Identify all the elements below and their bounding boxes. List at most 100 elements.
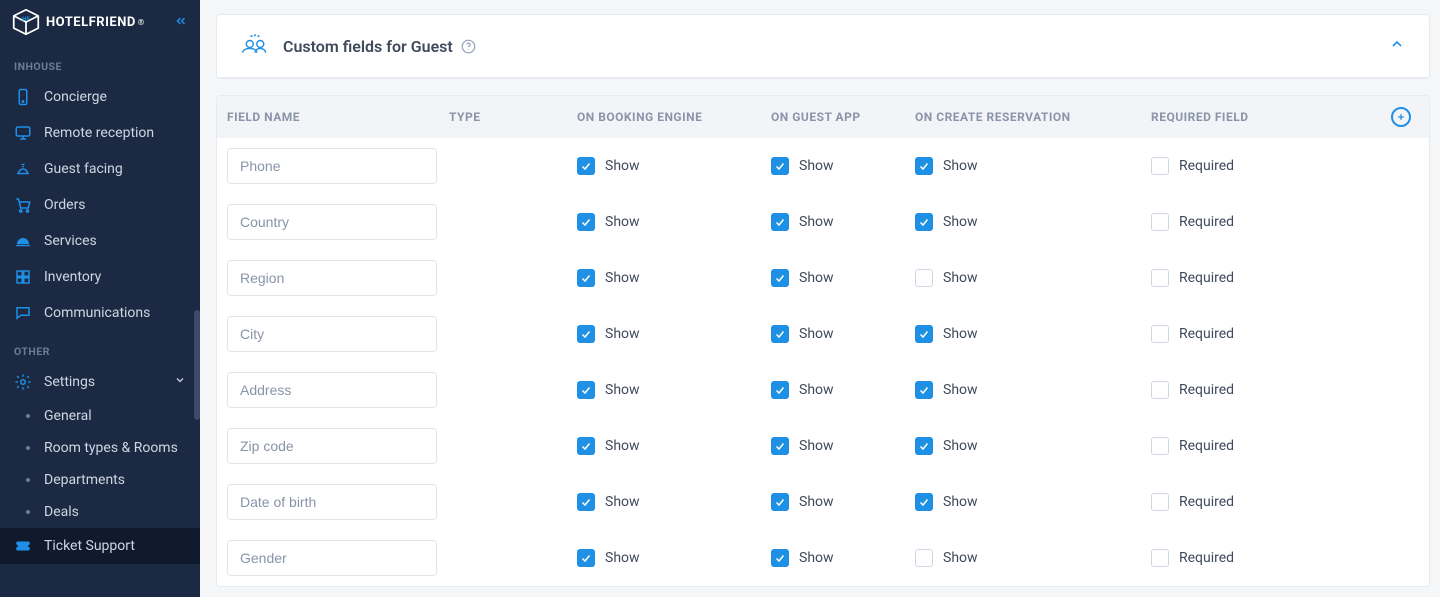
- create-reservation-label: Show: [943, 438, 978, 454]
- booking-engine-checkbox[interactable]: [577, 157, 595, 175]
- table-row: ShowShowShowRequired: [217, 250, 1429, 306]
- guests-icon: [241, 33, 269, 59]
- cart-icon: [14, 196, 32, 214]
- field-name-input[interactable]: [227, 484, 437, 520]
- guest-app-checkbox[interactable]: [771, 157, 789, 175]
- create-reservation-checkbox[interactable]: [915, 493, 933, 511]
- booking-engine-label: Show: [605, 550, 640, 566]
- guest-app-label: Show: [799, 382, 834, 398]
- required-checkbox[interactable]: [1151, 549, 1169, 567]
- nav-label: Orders: [44, 197, 186, 213]
- booking-engine-label: Show: [605, 438, 640, 454]
- create-reservation-checkbox[interactable]: [915, 213, 933, 231]
- logo-area: HF HOTELFRIEND®: [0, 0, 200, 46]
- create-reservation-checkbox[interactable]: [915, 325, 933, 343]
- bullet-icon: [26, 446, 30, 450]
- table-row: Show Show Show Required: [217, 194, 1429, 250]
- nav-label: Communications: [44, 305, 186, 321]
- booking-engine-label: Show: [605, 382, 640, 398]
- required-label: Required: [1179, 270, 1234, 286]
- guest-app-checkbox[interactable]: [771, 549, 789, 567]
- monitor-icon: [14, 124, 32, 142]
- guest-app-checkbox[interactable]: [771, 381, 789, 399]
- booking-engine-checkbox[interactable]: [577, 437, 595, 455]
- panel-custom-fields: Custom fields for Guest: [216, 14, 1430, 79]
- booking-engine-checkbox[interactable]: [577, 493, 595, 511]
- booking-engine-label: Show: [605, 494, 640, 510]
- sidebar-subitem-room-types[interactable]: Room types & Rooms: [0, 432, 200, 464]
- guest-app-label: Show: [799, 214, 834, 230]
- add-field-button[interactable]: [1391, 107, 1411, 127]
- required-checkbox[interactable]: [1151, 269, 1169, 287]
- booking-engine-checkbox[interactable]: [577, 269, 595, 287]
- required-label: Required: [1179, 494, 1234, 510]
- create-reservation-checkbox[interactable]: [915, 157, 933, 175]
- guest-app-label: Show: [799, 494, 834, 510]
- required-checkbox[interactable]: [1151, 493, 1169, 511]
- create-reservation-checkbox[interactable]: [915, 269, 933, 287]
- guest-app-label: Show: [799, 158, 834, 174]
- sidebar-item-concierge[interactable]: Concierge: [0, 79, 200, 115]
- booking-engine-checkbox[interactable]: [577, 549, 595, 567]
- guest-app-checkbox[interactable]: [771, 269, 789, 287]
- create-reservation-label: Show: [943, 270, 978, 286]
- sidebar-item-communications[interactable]: Communications: [0, 295, 200, 331]
- sidebar-subitem-deals[interactable]: Deals: [0, 496, 200, 528]
- table-row: ShowShowShowRequired: [217, 306, 1429, 362]
- table-row: ShowShowShowRequired: [217, 138, 1429, 194]
- booking-engine-checkbox[interactable]: [577, 325, 595, 343]
- required-checkbox[interactable]: [1151, 213, 1169, 231]
- field-name-input[interactable]: [227, 540, 437, 576]
- required-checkbox[interactable]: [1151, 437, 1169, 455]
- required-checkbox[interactable]: [1151, 157, 1169, 175]
- col-header-type: TYPE: [449, 110, 577, 124]
- sub-label: Deals: [44, 504, 79, 520]
- sidebar-scrollbar[interactable]: [194, 310, 200, 420]
- guest-app-checkbox[interactable]: [771, 493, 789, 511]
- guest-app-checkbox[interactable]: [771, 213, 789, 231]
- sidebar-item-ticket-support[interactable]: Ticket Support: [0, 528, 200, 564]
- sidebar-item-guest-facing[interactable]: Guest facing: [0, 151, 200, 187]
- table-body: Show Show Show Required Show Show Show Required…: [217, 138, 1429, 586]
- panel-collapse-button[interactable]: [1389, 36, 1405, 56]
- create-reservation-checkbox[interactable]: [915, 437, 933, 455]
- sidebar-collapse-button[interactable]: [174, 13, 188, 32]
- section-label-other: OTHER: [0, 331, 200, 364]
- table-row: ShowShowShowRequired: [217, 474, 1429, 530]
- create-reservation-label: Show: [943, 214, 978, 230]
- table-header-row: FIELD NAME TYPE ON BOOKING ENGINE ON GUE…: [217, 96, 1429, 138]
- table-row: ShowShowShowRequired: [217, 418, 1429, 474]
- create-reservation-checkbox[interactable]: [915, 549, 933, 567]
- help-icon[interactable]: [461, 39, 476, 54]
- required-checkbox[interactable]: [1151, 381, 1169, 399]
- sidebar-item-settings[interactable]: Settings: [0, 364, 200, 400]
- field-name-input[interactable]: [227, 204, 437, 240]
- sidebar-item-remote-reception[interactable]: Remote reception: [0, 115, 200, 151]
- create-reservation-checkbox[interactable]: [915, 381, 933, 399]
- required-checkbox[interactable]: [1151, 325, 1169, 343]
- required-label: Required: [1179, 326, 1234, 342]
- nav-label: Services: [44, 233, 186, 249]
- field-name-input[interactable]: [227, 316, 437, 352]
- required-label: Required: [1179, 214, 1234, 230]
- field-name-input[interactable]: [227, 372, 437, 408]
- field-name-input[interactable]: [227, 148, 437, 184]
- col-header-create-reservation: ON CREATE RESERVATION: [915, 110, 1151, 124]
- sub-label: Room types & Rooms: [44, 440, 178, 456]
- sidebar-item-orders[interactable]: Orders: [0, 187, 200, 223]
- sidebar-item-inventory[interactable]: Inventory: [0, 259, 200, 295]
- booking-engine-checkbox[interactable]: [577, 381, 595, 399]
- sidebar-item-services[interactable]: Services: [0, 223, 200, 259]
- nav-label: Guest facing: [44, 161, 186, 177]
- guest-app-checkbox[interactable]: [771, 325, 789, 343]
- bullet-icon: [26, 478, 30, 482]
- panel-header: Custom fields for Guest: [217, 15, 1429, 78]
- required-label: Required: [1179, 158, 1234, 174]
- sidebar-subitem-departments[interactable]: Departments: [0, 464, 200, 496]
- sidebar-subitem-general[interactable]: General: [0, 400, 200, 432]
- booking-engine-checkbox[interactable]: [577, 213, 595, 231]
- guest-app-checkbox[interactable]: [771, 437, 789, 455]
- booking-engine-label: Show: [605, 214, 640, 230]
- field-name-input[interactable]: [227, 260, 437, 296]
- field-name-input[interactable]: [227, 428, 437, 464]
